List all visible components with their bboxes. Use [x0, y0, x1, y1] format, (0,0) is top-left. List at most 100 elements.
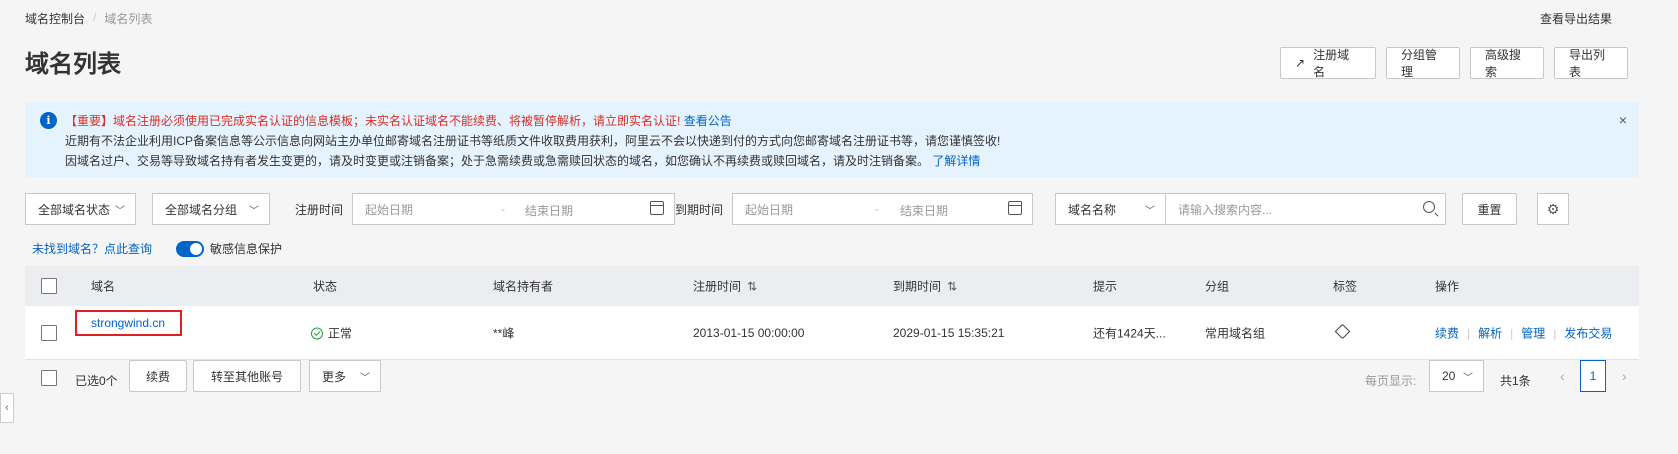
batch-renew-button[interactable]: 续费 — [129, 360, 187, 392]
calendar-icon — [650, 201, 664, 215]
check-circle-icon — [311, 327, 323, 339]
total-count: 共1条 — [1500, 374, 1531, 388]
col-group: 分组 — [1205, 279, 1230, 294]
register-domain-button[interactable]: ↗ 注册域名 — [1280, 47, 1376, 79]
reset-button[interactable]: 重置 — [1462, 193, 1517, 225]
notice-line-3-text: 因域名过户、交易等导致域名持有者发生变更的，请及时变更或注销备案；处于急需续费或… — [65, 154, 930, 168]
collapse-sidebar-handle[interactable]: ‹ — [0, 393, 14, 423]
export-list-button[interactable]: 导出列表 — [1554, 47, 1628, 79]
exp-time-range[interactable]: 起始日期 - 结束日期 — [732, 193, 1033, 225]
gear-icon[interactable]: ⚙ — [1537, 193, 1569, 225]
chevron-down-icon: ﹀ — [360, 373, 370, 384]
col-hint: 提示 — [1093, 279, 1118, 294]
status-text: 正常 — [328, 326, 353, 340]
range-separator: - — [875, 202, 879, 216]
range-separator: - — [501, 202, 505, 216]
notice-learn-more-link[interactable]: 了解详情 — [932, 154, 980, 168]
secondary-toolbar: 未找到域名？点此查询 敏感信息保护 — [32, 240, 282, 257]
calendar-icon — [1008, 201, 1022, 215]
chevron-down-icon: ﹀ — [249, 206, 259, 217]
chevron-down-icon: ﹀ — [1463, 373, 1473, 384]
sensitive-protect-toggle[interactable] — [176, 240, 205, 257]
reg-time-cell: 2013-01-15 00:00:00 — [693, 325, 805, 340]
table-footer: 已选0个 续费 转至其他账号 更多 ﹀ 每页显示: 20 ﹀ 共1条 ‹ 1 › — [25, 351, 1639, 405]
selected-count: 已选0个 — [75, 374, 118, 388]
status-select-value: 全部域名状态 — [38, 202, 111, 217]
page-1-button[interactable]: 1 — [1580, 360, 1606, 392]
reg-time-range[interactable]: 起始日期 - 结束日期 — [352, 193, 675, 225]
notice-banner: i 【重要】域名注册必须使用已完成实名认证的信息模板；未实名认证域名不能续费、将… — [25, 102, 1639, 177]
col-reg-time-label: 注册时间 — [693, 279, 742, 294]
col-status: 状态 — [313, 279, 338, 294]
renew-link[interactable]: 续费 — [1435, 326, 1459, 340]
exp-time-label: 到期时间 — [675, 203, 724, 217]
scrollbar[interactable] — [1658, 0, 1678, 454]
page-title: 域名列表 — [25, 51, 121, 78]
page-size-value: 20 — [1442, 369, 1456, 383]
page-size-select[interactable]: 20 ﹀ — [1429, 360, 1484, 392]
reg-time-label: 注册时间 — [295, 203, 344, 217]
tag-icon[interactable] — [1334, 323, 1351, 340]
next-page-icon[interactable]: › — [1622, 368, 1627, 384]
notice-important-text: 【重要】域名注册必须使用已完成实名认证的信息模板；未实名认证域名不能续费、将被暂… — [65, 114, 681, 128]
breadcrumb-root[interactable]: 域名控制台 — [25, 10, 85, 27]
top-actions: ↗ 注册域名 分组管理 高级搜索 导出列表 — [1280, 47, 1628, 79]
col-reg-time[interactable]: 注册时间 ⇅ — [693, 278, 757, 295]
filter-bar: 全部域名状态 ﹀ 全部域名分组 ﹀ 注册时间 起始日期 - 结束日期 到期时间 … — [25, 193, 1665, 225]
status-cell: 正常 — [311, 324, 352, 341]
group-manage-button[interactable]: 分组管理 — [1386, 47, 1460, 79]
reg-start-placeholder: 起始日期 — [365, 202, 414, 217]
more-label: 更多 — [322, 369, 347, 384]
breadcrumb-separator: / — [93, 10, 97, 24]
info-icon: i — [40, 112, 57, 129]
notice-line-3: 因域名过户、交易等导致域名持有者发生变更的，请及时变更或注销备案；处于急需续费或… — [65, 151, 1623, 171]
advanced-search-button[interactable]: 高级搜索 — [1470, 47, 1544, 79]
search-field-select[interactable]: 域名名称 ﹀ — [1055, 193, 1166, 225]
notice-view-announcement-link[interactable]: 查看公告 — [684, 114, 732, 128]
resolve-link[interactable]: 解析 — [1478, 326, 1502, 340]
sort-icon[interactable]: ⇅ — [747, 280, 757, 294]
col-tag: 标签 — [1333, 279, 1358, 294]
external-link-icon: ↗ — [1295, 56, 1306, 70]
select-all-checkbox[interactable] — [41, 278, 57, 294]
sort-icon[interactable]: ⇅ — [947, 280, 957, 294]
footer-select-all-checkbox[interactable] — [41, 370, 57, 386]
export-result-link[interactable]: 查看导出结果 — [1540, 10, 1612, 27]
prev-page-icon[interactable]: ‹ — [1560, 368, 1565, 384]
manage-link[interactable]: 管理 — [1521, 326, 1545, 340]
close-icon[interactable]: × — [1619, 110, 1627, 130]
col-holder: 域名持有者 — [493, 279, 554, 294]
page-size-label: 每页显示: — [1365, 374, 1417, 388]
publish-trade-link[interactable]: 发布交易 — [1564, 326, 1612, 340]
search-placeholder: 请输入搜索内容... — [1178, 202, 1273, 217]
col-exp-time-label: 到期时间 — [893, 279, 942, 294]
domain-table: 域名 状态 域名持有者 注册时间 ⇅ 到期时间 ⇅ 提示 分组 标签 操作 stro… — [25, 266, 1639, 360]
col-domain: 域名 — [91, 279, 116, 294]
table-header: 域名 状态 域名持有者 注册时间 ⇅ 到期时间 ⇅ 提示 分组 标签 操作 — [25, 266, 1639, 306]
search-icon[interactable] — [1423, 201, 1435, 213]
chevron-down-icon: ﹀ — [115, 206, 125, 217]
holder-cell: **峰 — [493, 326, 515, 340]
group-select[interactable]: 全部域名分组 ﹀ — [152, 193, 270, 225]
domain-link[interactable]: strongwind.cn — [91, 316, 165, 330]
more-dropdown[interactable]: 更多 ﹀ — [309, 360, 381, 392]
status-select[interactable]: 全部域名状态 ﹀ — [25, 193, 136, 225]
notice-line-2: 近期有不法企业利用ICP备案信息等公示信息向网站主办单位邮寄域名注册证书等纸质文… — [65, 134, 1001, 148]
row-checkbox[interactable] — [41, 324, 57, 341]
transfer-account-button[interactable]: 转至其他账号 — [193, 360, 301, 392]
hint-cell: 还有1424天... — [1093, 326, 1166, 340]
ops-cell: 续费 | 解析 | 管理 | 发布交易 — [1435, 326, 1613, 340]
reg-end-placeholder: 结束日期 — [525, 204, 574, 218]
group-select-value: 全部域名分组 — [165, 202, 238, 217]
breadcrumb: 域名控制台 / 域名列表 — [25, 10, 152, 27]
exp-end-placeholder: 结束日期 — [900, 204, 949, 218]
search-input[interactable]: 请输入搜索内容... — [1165, 193, 1446, 225]
chevron-down-icon: ﹀ — [1145, 206, 1155, 217]
exp-start-placeholder: 起始日期 — [745, 202, 794, 217]
not-found-query-link[interactable]: 未找到域名？点此查询 — [32, 240, 152, 257]
notice-line-1: 【重要】域名注册必须使用已完成实名认证的信息模板；未实名认证域名不能续费、将被暂… — [65, 111, 1623, 131]
col-ops: 操作 — [1435, 279, 1460, 294]
exp-time-cell: 2029-01-15 15:35:21 — [893, 325, 1005, 340]
breadcrumb-current: 域名列表 — [104, 12, 153, 26]
col-exp-time[interactable]: 到期时间 ⇅ — [893, 278, 957, 295]
